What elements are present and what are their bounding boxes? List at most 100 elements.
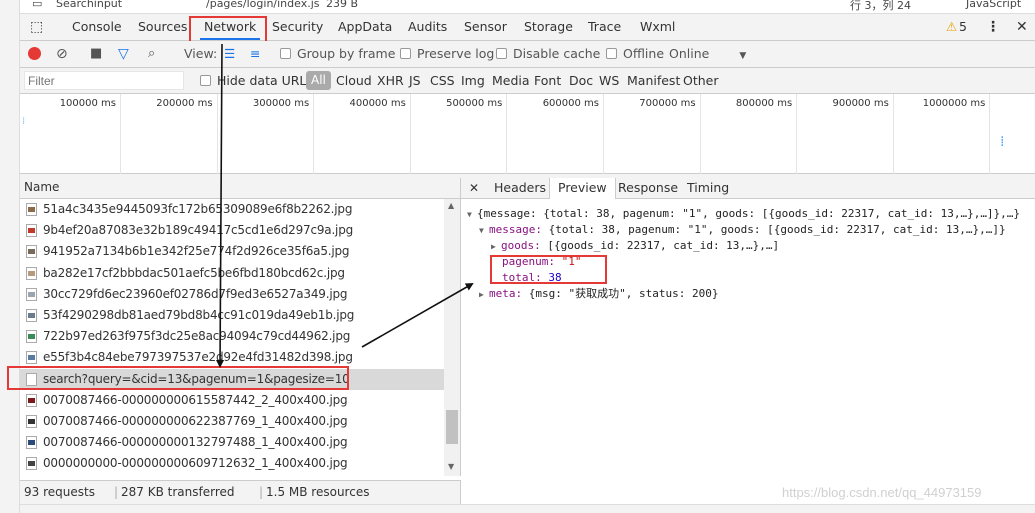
- request-row[interactable]: 0000000000-000000000609712632_1_400x400.…: [20, 453, 444, 474]
- timeline-tick: [506, 94, 508, 174]
- offline-checkbox[interactable]: Offline: [606, 41, 664, 67]
- filter-input[interactable]: [24, 71, 184, 90]
- request-row[interactable]: 0070087466-000000000622387769_1_400x400.…: [20, 411, 444, 432]
- collapse-triangle-icon[interactable]: ▶: [479, 287, 489, 303]
- scroll-down-icon[interactable]: ▼: [448, 462, 454, 471]
- network-status-bar: 93 requests | 287 KB transferred | 1.5 M…: [20, 480, 461, 504]
- status-separator: |: [114, 485, 119, 499]
- tab-sensor[interactable]: Sensor: [464, 14, 507, 40]
- timeline-tick-label: 500000 ms: [446, 98, 503, 109]
- request-name: 51a4c3435e9445093fc172b65309089e6f8b2262…: [43, 202, 353, 216]
- hide-data-urls-label: Hide data URLs: [217, 73, 313, 88]
- timeline-tick-label: 1000000 ms: [922, 98, 986, 109]
- request-name: 0000000000-000000000609712632_1_400x400.…: [43, 456, 348, 471]
- request-row[interactable]: ba282e17cf2bbbdac501aefc5be6fbd180bcd62c…: [20, 263, 444, 284]
- timeline-tick-label: 900000 ms: [832, 98, 889, 109]
- filter-doc[interactable]: Doc: [569, 68, 593, 93]
- large-rows-icon[interactable]: ☰: [224, 41, 235, 67]
- timeline-tick-label: 300000 ms: [252, 98, 310, 109]
- request-row[interactable]: 9b4ef20a87083e32b189c49417c5cd1e6d297c9a…: [20, 220, 444, 241]
- request-list: 51a4c3435e9445093fc172b65309089e6f8b2262…: [20, 199, 461, 476]
- timeline-overview[interactable]: ⁞ ⁞ 100000 ms 200000 ms 300000 ms 400000 ms…: [20, 94, 1035, 174]
- filter-css[interactable]: CSS: [430, 68, 455, 93]
- hide-data-urls-checkbox[interactable]: Hide data URLs: [200, 68, 313, 93]
- timeline-request-marks: ⁞: [1000, 134, 1005, 150]
- tab-timing[interactable]: Timing: [687, 178, 729, 198]
- request-row[interactable]: 0070087466-000000000615587442_2_400x400.…: [20, 390, 444, 411]
- search-icon[interactable]: ⌕: [148, 41, 155, 67]
- search-request-highlight: [7, 366, 349, 390]
- throttle-select[interactable]: Online ▼: [669, 41, 746, 67]
- request-row[interactable]: 30cc729fd6ec23960ef02786d7f9ed3e6527a349…: [20, 284, 444, 305]
- filter-img[interactable]: Img: [461, 68, 485, 93]
- image-file-icon: [26, 457, 37, 471]
- throttle-value: Online: [669, 46, 710, 61]
- filter-manifest[interactable]: Manifest: [627, 68, 680, 93]
- bottom-strip: [20, 504, 1035, 513]
- filter-xhr[interactable]: XHR: [377, 68, 404, 93]
- request-row[interactable]: 722b97ed263f975f3dc25e8ac94094c79cd44962…: [20, 326, 444, 347]
- filter-js[interactable]: JS: [409, 68, 421, 93]
- json-goods-line[interactable]: ▶ goods: [{goods_id: 22317, cat_id: 13,…}…: [491, 238, 779, 254]
- disable-cache-checkbox[interactable]: Disable cache: [496, 41, 600, 67]
- scroll-up-icon[interactable]: ▲: [448, 201, 454, 210]
- timeline-tick-label: 600000 ms: [542, 98, 599, 109]
- image-file-icon: [26, 309, 37, 322]
- tab-trace[interactable]: Trace: [588, 14, 621, 40]
- image-file-icon: [26, 415, 37, 428]
- tab-console[interactable]: Console: [72, 14, 122, 40]
- close-details-icon[interactable]: ✕: [469, 178, 479, 198]
- filter-icon[interactable]: ▽: [118, 41, 129, 67]
- group-by-frame-checkbox[interactable]: Group by frame: [280, 41, 395, 67]
- filter-media[interactable]: Media: [492, 68, 530, 93]
- inspect-element-icon[interactable]: ⬚: [30, 14, 43, 40]
- timeline-tick: [892, 94, 894, 174]
- name-column-header[interactable]: Name: [20, 178, 461, 199]
- filter-other[interactable]: Other: [683, 68, 719, 93]
- expand-triangle-icon[interactable]: ▼: [467, 207, 477, 223]
- request-list-scrollbar[interactable]: ▲ ▼: [444, 199, 460, 476]
- image-file-icon: [26, 287, 37, 301]
- camera-icon[interactable]: ■: [90, 41, 102, 67]
- offline-label: Offline: [623, 46, 665, 61]
- expand-triangle-icon[interactable]: ▼: [479, 223, 489, 239]
- tab-storage[interactable]: Storage: [524, 14, 573, 40]
- tab-audits[interactable]: Audits: [408, 14, 447, 40]
- clear-icon[interactable]: ⊘: [56, 41, 68, 67]
- tab-headers[interactable]: Headers: [494, 178, 546, 198]
- request-row[interactable]: 53f4290298db81aed79bd8b4cc91c019da49eb1b…: [20, 305, 444, 326]
- image-file-icon: [26, 436, 37, 450]
- json-message-line[interactable]: ▼ message: {total: 38, pagenum: "1", good…: [479, 222, 1006, 238]
- tab-sources[interactable]: Sources: [138, 14, 187, 40]
- json-root-line[interactable]: ▼ {message: {total: 38, pagenum: "1", goo…: [467, 206, 1020, 222]
- tab-security[interactable]: Security: [272, 14, 323, 40]
- tab-wxml[interactable]: Wxml: [640, 14, 675, 40]
- request-row[interactable]: 941952a7134b6b1e342f25e774f2d926ce35f6a5…: [20, 241, 444, 262]
- collapse-triangle-icon[interactable]: ▶: [491, 239, 501, 255]
- tab-appdata[interactable]: AppData: [338, 14, 392, 40]
- status-separator: |: [259, 485, 264, 499]
- request-row[interactable]: 51a4c3435e9445093fc172b65309089e6f8b2262…: [20, 199, 444, 220]
- tab-preview[interactable]: Preview: [549, 178, 616, 199]
- request-row[interactable]: 0070087466-000000000132797488_1_400x400.…: [20, 432, 444, 453]
- scrollbar-thumb[interactable]: [446, 410, 458, 444]
- tab-response[interactable]: Response: [618, 178, 678, 198]
- details-tab-bar: ✕ Headers Preview Response Timing: [461, 178, 1035, 199]
- close-devtools-icon[interactable]: ✕: [1016, 14, 1028, 40]
- warning-count[interactable]: 5: [959, 14, 967, 40]
- file-type: JavaScript: [966, 0, 1022, 10]
- json-meta-line[interactable]: ▶ meta: {msg: "获取成功", status: 200}: [479, 286, 718, 302]
- preserve-log-checkbox[interactable]: Preserve log: [400, 41, 494, 67]
- more-menu-icon[interactable]: ⋮: [986, 14, 1000, 40]
- filter-font[interactable]: Font: [534, 68, 561, 93]
- top-file-strip: ▭ Searchinput /pages/login/index.js 239 …: [20, 0, 1035, 14]
- image-file-icon: [26, 266, 37, 280]
- record-button[interactable]: [28, 41, 41, 67]
- filter-all-button[interactable]: All: [306, 71, 331, 90]
- filter-bar: Hide data URLs All Cloud XHR JS CSS Img …: [20, 68, 1035, 94]
- request-name: ba282e17cf2bbbdac501aefc5be6fbd180bcd62c…: [43, 265, 345, 280]
- filter-ws[interactable]: WS: [599, 68, 619, 93]
- filter-cloud[interactable]: Cloud: [336, 68, 372, 93]
- timeline-tick: [699, 94, 701, 174]
- overview-icon[interactable]: ≡: [250, 41, 260, 67]
